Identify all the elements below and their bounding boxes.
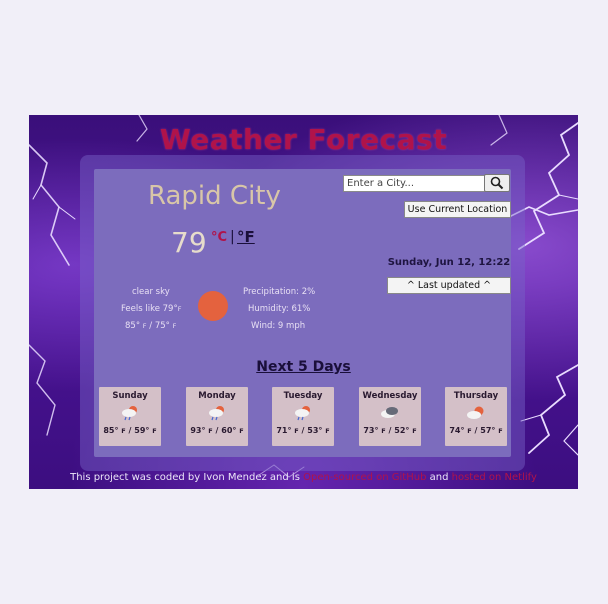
forecast-unit: F: [325, 427, 330, 435]
fahrenheit-link[interactable]: °F: [237, 228, 255, 246]
forecast-high: 74°: [449, 426, 465, 435]
sun-icon: [198, 291, 228, 321]
feels-like-unit: F: [177, 305, 182, 313]
rain-cloud-icon: [293, 405, 313, 421]
forecast-low: 57°: [480, 426, 496, 435]
last-updated-button[interactable]: ^ Last updated ^: [387, 277, 511, 294]
forecast-day: Tuesday 71° F / 53° F: [272, 387, 334, 446]
wind: Wind: 9 mph: [251, 321, 306, 331]
forecast-low: 60°: [221, 426, 237, 435]
forecast-unit: F: [152, 427, 157, 435]
high-low: 85° F / 75° F: [125, 321, 176, 331]
forecast-day: Monday 93° F / 60° F: [186, 387, 248, 446]
forecast-temps: 71° F / 53° F: [276, 426, 330, 435]
unit-separator: |: [230, 229, 235, 245]
forecast-high: 93°: [190, 426, 206, 435]
search-icon: [490, 176, 504, 190]
forecast-unit: F: [412, 427, 417, 435]
precipitation: Precipitation: 2%: [243, 287, 316, 297]
forecast-day-name: Thursday: [453, 391, 499, 401]
search-button[interactable]: [484, 174, 510, 192]
forecast-high: 73°: [363, 426, 379, 435]
forecast-day: Thursday 74° F / 57° F: [445, 387, 507, 446]
rain-cloud-icon: [207, 405, 227, 421]
high-unit: F: [142, 322, 147, 330]
celsius-link[interactable]: °C: [211, 230, 227, 245]
forecast-day-name: Monday: [198, 391, 236, 401]
use-current-location-button[interactable]: Use Current Location: [404, 201, 511, 218]
high-low-separator: /: [149, 321, 153, 331]
forecast-temps: 93° F / 60° F: [190, 426, 244, 435]
forecast-day-name: Wednesday: [362, 391, 418, 401]
netlify-link[interactable]: hosted on Netlify: [452, 472, 537, 483]
forecast-high: 85°: [103, 426, 119, 435]
humidity: Humidity: 61%: [248, 304, 311, 314]
footer-text: and: [426, 472, 452, 483]
date-time: Sunday, Jun 12, 12:22: [387, 257, 511, 268]
footer-text: This project was coded by Ivon Mendez an…: [70, 472, 304, 483]
forecast-unit: F: [294, 427, 299, 435]
forecast-unit: F: [121, 427, 126, 435]
forecast-day: Sunday 85° F / 59° F: [99, 387, 161, 446]
forecast-unit: F: [498, 427, 503, 435]
app-background: Weather Forecast Rapid City 79 °C | °F E…: [29, 115, 578, 489]
dark-cloud-icon: [380, 405, 400, 421]
forecast-temps: 85° F / 59° F: [103, 426, 157, 435]
city-name: Rapid City: [148, 181, 281, 211]
forecast-low: 53°: [307, 426, 323, 435]
forecast-day-name: Tuesday: [283, 391, 323, 401]
app-title: Weather Forecast: [159, 123, 448, 156]
forecast-day: Wednesday 73° F / 52° F: [359, 387, 421, 446]
current-temperature: 79: [171, 226, 207, 259]
feels-like-value: Feels like 79°: [121, 304, 178, 314]
forecast-temps: 73° F / 52° F: [363, 426, 417, 435]
footer: This project was coded by Ivon Mendez an…: [29, 472, 578, 483]
forecast-high: 71°: [276, 426, 292, 435]
feels-like: Feels like 79°F: [121, 304, 181, 314]
low-unit: F: [172, 322, 177, 330]
weather-description: clear sky: [132, 287, 170, 297]
forecast-day-name: Sunday: [112, 391, 148, 401]
forecast-low: 52°: [394, 426, 410, 435]
forecast-heading: Next 5 Days: [29, 356, 578, 375]
forecast-unit: F: [467, 427, 472, 435]
forecast-unit: F: [208, 427, 213, 435]
high-temp: 85°: [125, 321, 141, 331]
forecast-heading-text: Next 5 Days: [256, 359, 351, 375]
low-temp: 75°: [154, 321, 170, 331]
forecast-low: 59°: [134, 426, 150, 435]
forecast-unit: F: [381, 427, 386, 435]
rain-cloud-icon: [120, 405, 140, 421]
city-search-input[interactable]: Enter a City...: [343, 175, 487, 192]
github-link[interactable]: Open-sourced on GitHub: [303, 472, 426, 483]
forecast-temps: 74° F / 57° F: [449, 426, 503, 435]
forecast-unit: F: [239, 427, 244, 435]
sun-cloud-icon: [466, 405, 486, 421]
